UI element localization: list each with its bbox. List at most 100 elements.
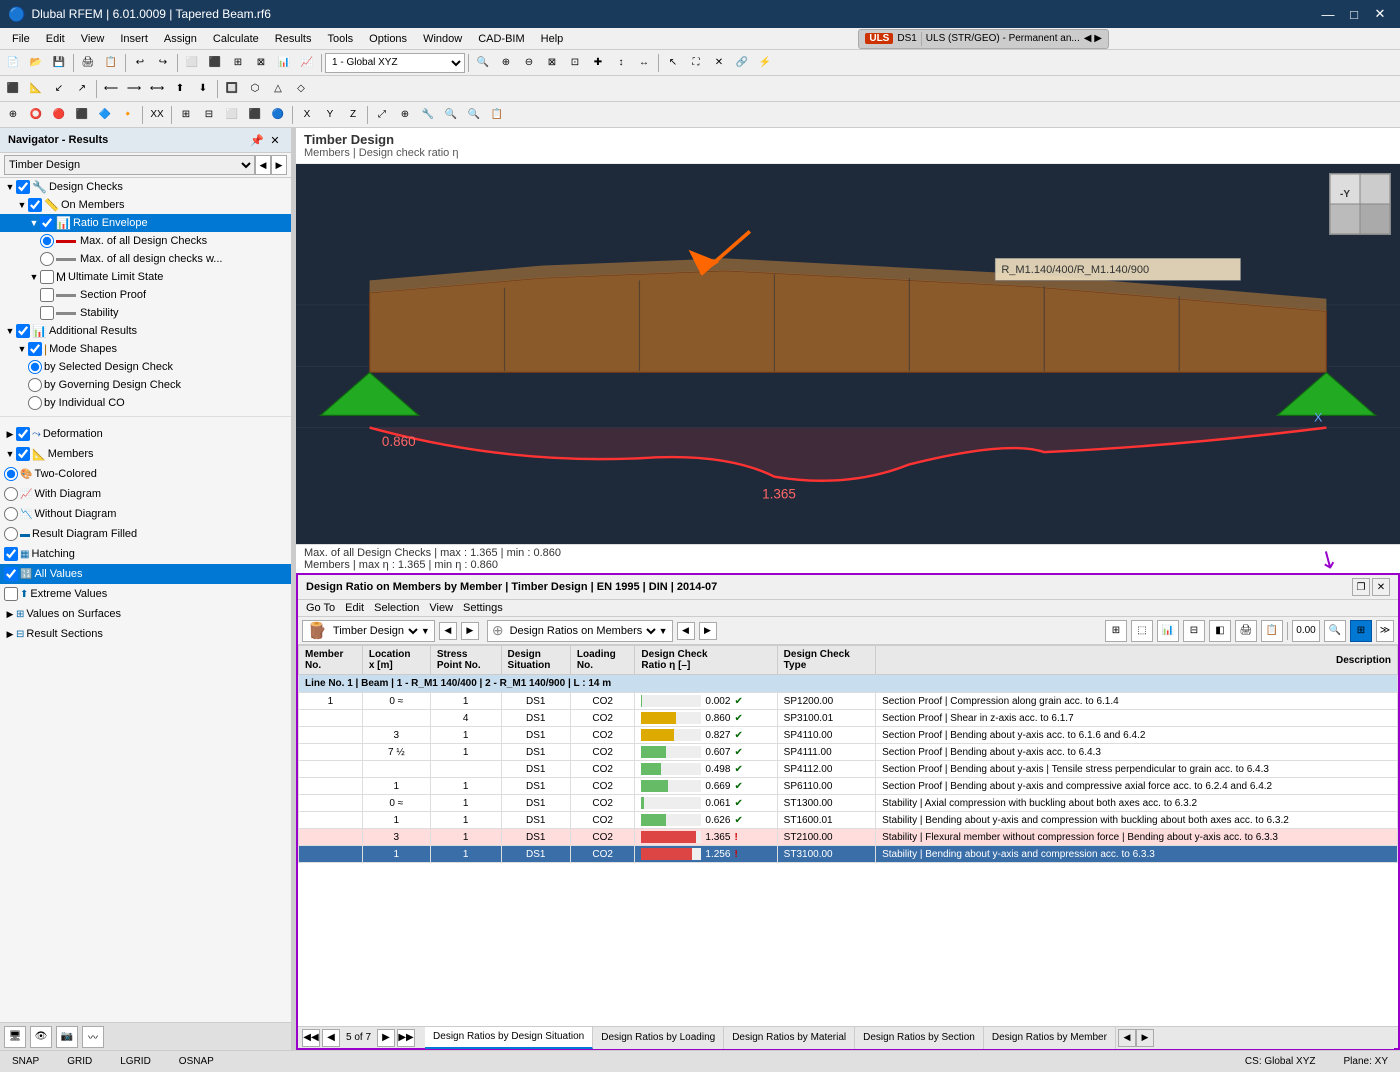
results-table-dropdown[interactable]: Design Ratios on Members: [506, 624, 659, 638]
view-dropdown[interactable]: 1 - Global XYZ: [325, 53, 465, 73]
nav-bottom-btn4[interactable]: 〰: [82, 1026, 104, 1048]
menu-view[interactable]: View: [73, 31, 113, 47]
with-diagram-radio[interactable]: [4, 487, 18, 501]
members-nav-checkbox[interactable]: [16, 447, 30, 461]
results-tb-filter[interactable]: ⊞: [1105, 620, 1127, 642]
tb-sel1[interactable]: ↖: [662, 52, 684, 74]
tab-by-section[interactable]: Design Ratios by Section: [855, 1027, 984, 1049]
tb-b5[interactable]: 📊: [273, 52, 295, 74]
tb3-b5[interactable]: 🔷: [94, 104, 116, 126]
tb2-b10[interactable]: 🔲: [221, 78, 243, 100]
tb3-b9[interactable]: ⊟: [198, 104, 220, 126]
max-all-checks-radio[interactable]: [40, 234, 54, 248]
tb3-b11[interactable]: ⬛: [244, 104, 266, 126]
tb3-b21[interactable]: 📋: [486, 104, 508, 126]
results-tb-print[interactable]: 🖨: [1235, 620, 1257, 642]
menu-help[interactable]: Help: [533, 31, 572, 47]
nav-by-individual[interactable]: by Individual CO: [0, 394, 291, 412]
nav-design-checks[interactable]: ▼ 🔧 Design Checks: [0, 178, 291, 196]
table-row[interactable]: DS1 CO2 0.498 ✔ SP4112.00 Section Proof …: [299, 761, 1398, 778]
mode-shapes-checkbox[interactable]: [28, 342, 42, 356]
menu-insert[interactable]: Insert: [112, 31, 156, 47]
nav-bottom-btn3[interactable]: 📷: [56, 1026, 78, 1048]
expand-icon[interactable]: ▼: [4, 181, 16, 193]
additional-results-checkbox[interactable]: [16, 324, 30, 338]
tb-print[interactable]: 🖨: [77, 52, 99, 74]
menu-window[interactable]: Window: [415, 31, 470, 47]
on-members-checkbox[interactable]: [28, 198, 42, 212]
nav-mode-shapes[interactable]: ▼ | Mode Shapes: [0, 340, 291, 358]
results-table-next[interactable]: ▶: [699, 622, 717, 640]
design-checks-checkbox[interactable]: [16, 180, 30, 194]
nav-without-diagram[interactable]: 📉 Without Diagram: [0, 504, 291, 524]
col-ratio[interactable]: Design CheckRatio η [–]: [635, 646, 777, 675]
tb2-b12[interactable]: △: [267, 78, 289, 100]
page-prev-btn[interactable]: ◀: [322, 1029, 340, 1047]
tb-view2[interactable]: ⊕: [495, 52, 517, 74]
results-module-dropdown[interactable]: Timber Design: [329, 624, 421, 638]
results-tb-more[interactable]: ≫: [1376, 620, 1394, 642]
without-diagram-radio[interactable]: [4, 507, 18, 521]
expand-icon-members[interactable]: ▼: [16, 199, 28, 211]
tb-view8[interactable]: ↔: [633, 52, 655, 74]
results-close-btn[interactable]: ✕: [1372, 578, 1390, 596]
results-view-btn[interactable]: View: [425, 601, 457, 615]
tb3-b18[interactable]: 🔧: [417, 104, 439, 126]
table-row[interactable]: 1 1 DS1 CO2 0.669 ✔ SP6110.00 Section Pr…: [299, 778, 1398, 795]
results-nav-prev[interactable]: ◀: [439, 622, 457, 640]
expand-icon-mbr[interactable]: ▼: [4, 448, 16, 460]
tb2-b2[interactable]: 📐: [25, 78, 47, 100]
nav-hatching[interactable]: ▦ Hatching: [0, 544, 291, 564]
tb-sel2[interactable]: ⛶: [685, 52, 707, 74]
nav-deformation[interactable]: ▶ ⤳ Deformation: [0, 424, 291, 444]
tb-print2[interactable]: 📋: [100, 52, 122, 74]
by-individual-radio[interactable]: [28, 396, 42, 410]
tb3-b1[interactable]: ⊕: [2, 104, 24, 126]
nav-bottom-btn1[interactable]: 🖥: [4, 1026, 26, 1048]
results-tb-table[interactable]: ⊟: [1183, 620, 1205, 642]
minimize-button[interactable]: —: [1316, 4, 1340, 24]
col-loading[interactable]: LoadingNo.: [570, 646, 635, 675]
nav-all-values[interactable]: 🔢 All Values: [0, 564, 291, 584]
tb-view6[interactable]: ✚: [587, 52, 609, 74]
tab-by-loading[interactable]: Design Ratios by Loading: [593, 1027, 724, 1049]
table-row[interactable]: 4 DS1 CO2 0.860 ✔ SP3100.01 Section Proo…: [299, 710, 1398, 727]
expand-icon-deform[interactable]: ▶: [4, 428, 16, 440]
col-member[interactable]: MemberNo.: [299, 646, 363, 675]
tb2-b8[interactable]: ⬆: [169, 78, 191, 100]
nav-stability[interactable]: Stability: [0, 304, 291, 322]
col-check-code[interactable]: Design CheckType: [777, 646, 875, 675]
nav-ratio-envelope[interactable]: ▼ 📊 Ratio Envelope: [0, 214, 291, 232]
page-first-btn[interactable]: ◀◀: [302, 1029, 320, 1047]
tab-by-member[interactable]: Design Ratios by Member: [984, 1027, 1116, 1049]
results-goto-btn[interactable]: Go To: [302, 601, 339, 615]
nav-section-proof[interactable]: Section Proof: [0, 286, 291, 304]
results-selection-btn[interactable]: Selection: [370, 601, 423, 615]
menu-file[interactable]: File: [4, 31, 38, 47]
tab-nav-next[interactable]: ▶: [1136, 1029, 1154, 1047]
results-tb-decimal[interactable]: 0.00: [1292, 620, 1320, 642]
nav-members[interactable]: ▼ 📐 Members: [0, 444, 291, 464]
viewport-3d[interactable]: 0.860 1.365 R_M1.140/400/R_M1.140/900 X: [296, 164, 1400, 544]
tb2-b6[interactable]: ⟶: [123, 78, 145, 100]
tb2-b7[interactable]: ⟷: [146, 78, 168, 100]
tb3-b10[interactable]: ⬜: [221, 104, 243, 126]
tb-open[interactable]: 📂: [25, 52, 47, 74]
results-tb-chart[interactable]: 📊: [1157, 620, 1179, 642]
view-cube[interactable]: -Y: [1325, 169, 1395, 239]
results-nav-next[interactable]: ▶: [461, 622, 479, 640]
results-tb-search[interactable]: 🔍: [1324, 620, 1346, 642]
nav-next-btn[interactable]: ▶: [271, 155, 287, 175]
tb2-b1[interactable]: ⬛: [2, 78, 24, 100]
stability-checkbox[interactable]: [40, 306, 54, 320]
two-colored-radio[interactable]: [4, 467, 18, 481]
uls-checkbox[interactable]: [40, 270, 54, 284]
expand-icon-surf[interactable]: ▶: [4, 608, 16, 620]
nav-pin-btn[interactable]: 📌: [249, 132, 265, 148]
expand-icon-mode[interactable]: ▼: [16, 343, 28, 355]
by-selected-radio[interactable]: [28, 360, 42, 374]
menu-assign[interactable]: Assign: [156, 31, 205, 47]
nav-bottom-btn2[interactable]: 👁: [30, 1026, 52, 1048]
tb3-b4[interactable]: ⬛: [71, 104, 93, 126]
col-stress-pt[interactable]: StressPoint No.: [430, 646, 501, 675]
